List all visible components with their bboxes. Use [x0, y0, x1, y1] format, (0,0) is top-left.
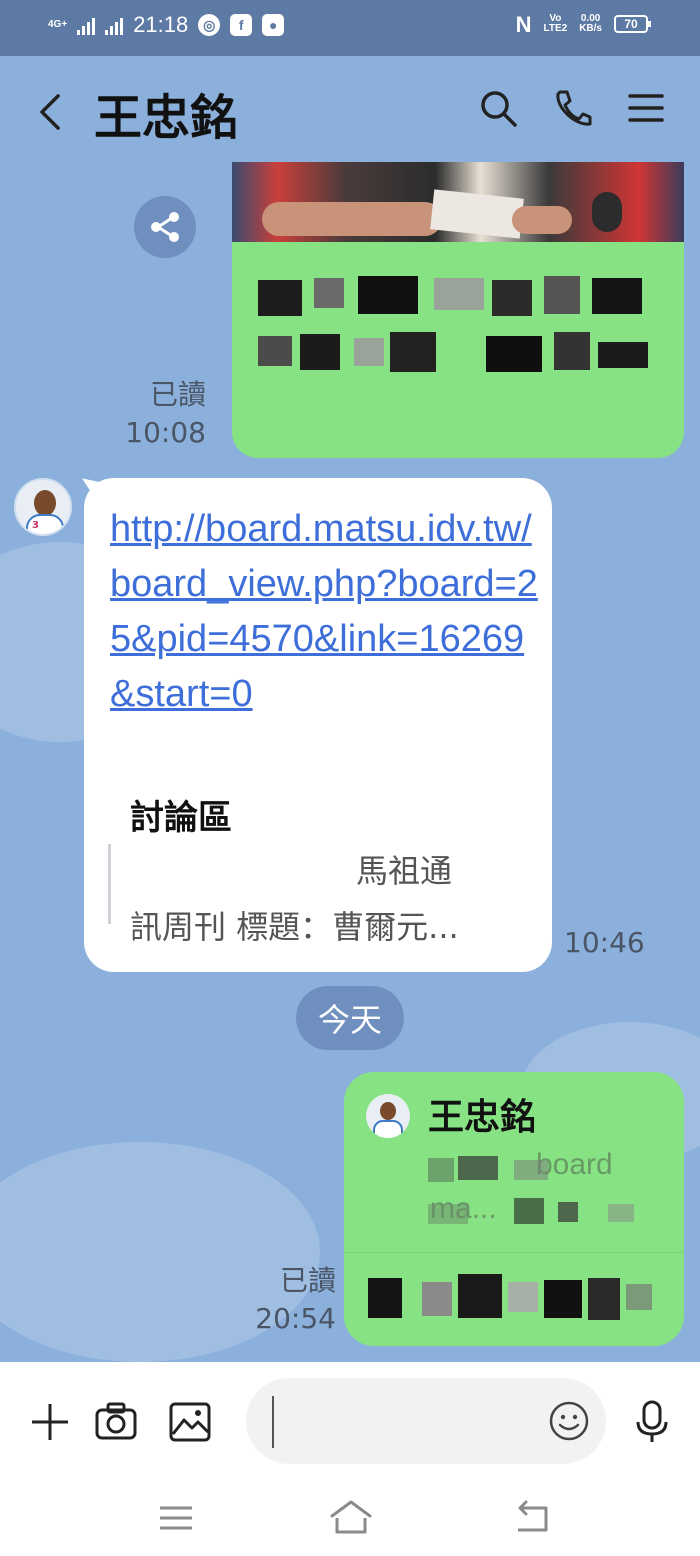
signal-2-icon — [105, 15, 124, 35]
menu-icon[interactable] — [626, 88, 666, 128]
link-preview-site[interactable]: 馬祖通 — [356, 846, 452, 892]
recent-apps-icon[interactable] — [156, 1498, 196, 1538]
chevron-left-icon[interactable] — [36, 92, 66, 132]
sent-message-bubble[interactable] — [232, 162, 684, 458]
system-navigation-bar — [0, 1482, 700, 1556]
message-input-bar — [0, 1362, 700, 1482]
image-icon[interactable] — [168, 1400, 212, 1444]
voice-recorder-icon: ● — [262, 14, 285, 36]
message-photo[interactable] — [232, 162, 684, 242]
speed-unit: KB/s — [579, 23, 602, 34]
contact-avatar[interactable]: 3 — [14, 478, 72, 536]
text-cursor — [272, 1396, 274, 1448]
nfc-icon: N — [515, 11, 532, 37]
quoted-sender-name: 王忠銘 — [428, 1097, 537, 1138]
plus-icon[interactable] — [28, 1400, 72, 1444]
network-4g-label: 4G+ — [48, 19, 68, 30]
read-label: 已讀 — [279, 1264, 336, 1297]
redacted-text — [428, 1148, 668, 1238]
microphone-icon[interactable] — [630, 1400, 674, 1444]
chrome-icon: ◎ — [198, 14, 221, 36]
link-preview-divider — [108, 844, 111, 924]
sent-reply-bubble[interactable]: 王忠銘 board ma... — [344, 1072, 684, 1346]
chat-title: 王忠銘 — [94, 90, 239, 146]
received-message-bubble[interactable]: http://board.matsu.idv.tw/board_view.php… — [84, 478, 552, 972]
back-icon[interactable] — [512, 1498, 552, 1538]
message-time: 10:46 — [564, 926, 645, 959]
search-icon[interactable] — [478, 88, 518, 128]
camera-icon[interactable] — [94, 1400, 138, 1444]
lte-label: LTE2 — [543, 23, 568, 34]
share-icon — [151, 212, 179, 242]
emoji-icon[interactable] — [548, 1400, 590, 1442]
volte-indicator: Vo LTE2 — [543, 14, 567, 34]
read-label: 已讀 — [149, 378, 206, 411]
chat-header: 王忠銘 — [0, 56, 700, 162]
read-receipt: 已讀 20:54 — [230, 1262, 336, 1338]
battery-icon: 70 — [614, 15, 651, 33]
message-link[interactable]: http://board.matsu.idv.tw/board_view.php… — [110, 502, 540, 722]
link-preview-description[interactable]: 訊周刊 標題：曹爾元... — [130, 902, 459, 948]
status-time: 21:18 — [133, 12, 189, 37]
signal-icon — [77, 15, 96, 35]
message-input[interactable] — [246, 1378, 606, 1464]
link-preview-title[interactable]: 討論區 — [130, 790, 232, 839]
message-time: 20:54 — [255, 1302, 336, 1335]
redacted-text — [368, 1268, 668, 1332]
status-left: 4G+ 21:18 ◎ f ● — [48, 12, 285, 38]
chat-area[interactable]: 已讀 10:08 3 http://board.matsu.idv.tw/boa… — [0, 162, 700, 1362]
phone-icon[interactable] — [552, 88, 592, 128]
quoted-avatar — [366, 1094, 410, 1138]
facebook-icon: f — [230, 14, 253, 36]
home-icon[interactable] — [328, 1498, 374, 1538]
date-divider: 今天 — [296, 986, 404, 1050]
redacted-text — [258, 272, 658, 382]
read-receipt: 已讀 10:08 — [100, 376, 206, 452]
message-time: 10:08 — [125, 416, 206, 449]
battery-level: 70 — [624, 16, 638, 31]
status-right: N Vo LTE2 0.00 KB/s 70 — [515, 11, 651, 37]
network-speed: 0.00 KB/s — [579, 14, 602, 34]
status-bar: 4G+ 21:18 ◎ f ● N Vo LTE2 0.00 KB/s 70 — [0, 0, 700, 56]
share-button[interactable] — [134, 196, 196, 258]
